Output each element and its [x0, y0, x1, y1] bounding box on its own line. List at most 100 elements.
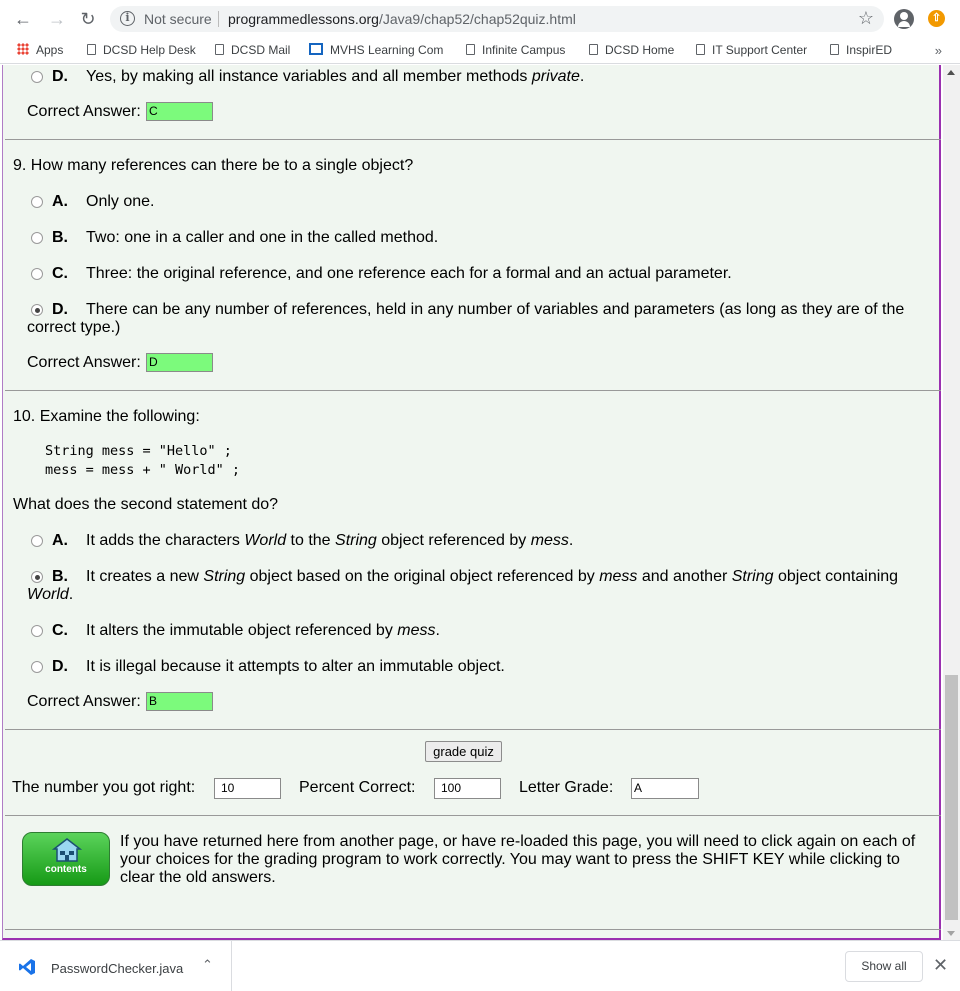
text-emphasis: private	[531, 68, 580, 85]
text-emphasis: mess	[599, 568, 638, 585]
q9-answer-field[interactable]: D	[146, 353, 213, 372]
scroll-down-icon[interactable]	[947, 931, 955, 936]
divider	[5, 390, 941, 391]
chevron-up-icon[interactable]: ⌃	[202, 957, 213, 973]
info-icon[interactable]: i	[120, 11, 135, 26]
q9-radio-a[interactable]	[31, 196, 43, 208]
bookmark-infinite-campus[interactable]: Infinite Campus	[466, 43, 565, 57]
q10-radio-a[interactable]	[31, 535, 43, 547]
back-arrow-icon[interactable]: ←	[12, 8, 34, 30]
contents-button[interactable]: contents	[22, 832, 110, 886]
forward-arrow-icon[interactable]: →	[46, 8, 68, 30]
text-part: object containing	[773, 568, 899, 585]
q9-radio-d[interactable]	[31, 304, 43, 316]
address-bar[interactable]: i Not secure programmedlessons.org/Java9…	[110, 6, 884, 32]
option-text-continued: World.	[27, 586, 73, 604]
text-part: It alters the immutable object reference…	[86, 622, 398, 639]
divider	[5, 929, 941, 930]
right-count-field[interactable]: 10	[214, 778, 281, 799]
q10-followup: What does the second statement do?	[13, 496, 279, 513]
q9-option-d[interactable]: D. There can be any number of references…	[27, 301, 931, 341]
bookmarks-bar: Apps DCSD Help Desk DCSD Mail MVHS Learn…	[0, 38, 960, 64]
text-part: to the	[286, 532, 336, 549]
text-part: .	[579, 68, 585, 85]
apps-grid-icon	[17, 43, 29, 55]
q8-answer-field[interactable]: C	[146, 102, 213, 121]
bookmark-star-icon[interactable]: ☆	[858, 8, 874, 29]
bookmark-apps[interactable]: Apps	[17, 43, 63, 57]
q9-question: 9. How many references can there be to a…	[13, 157, 414, 174]
bookmark-help-desk[interactable]: DCSD Help Desk	[87, 43, 196, 57]
bookmark-mvhs[interactable]: MVHS Learning Com	[309, 43, 443, 57]
grade-quiz-button[interactable]: grade quiz	[425, 741, 502, 762]
q9-radio-c[interactable]	[31, 268, 43, 280]
page-scrollbar[interactable]	[943, 65, 960, 940]
bookmark-label: InspirED	[846, 43, 893, 57]
close-icon[interactable]: ✕	[933, 955, 948, 976]
page-icon	[589, 44, 598, 55]
bookmark-home[interactable]: DCSD Home	[589, 43, 674, 57]
scrollbar-thumb[interactable]	[945, 675, 958, 920]
download-bar: PasswordChecker.java ⌃ Show all ✕	[0, 940, 960, 991]
text-emphasis: mess	[530, 532, 569, 549]
letter-grade-field[interactable]: A	[631, 778, 699, 799]
answer-label: Correct Answer:	[27, 693, 141, 710]
answer-label: Correct Answer:	[27, 103, 141, 120]
bookmark-it-support[interactable]: IT Support Center	[696, 43, 807, 57]
page-icon	[466, 44, 475, 55]
q10-radio-b[interactable]	[31, 571, 43, 583]
url-host: programmedlessons.org	[228, 11, 379, 27]
quiz-frame: D. Yes, by making all instance variables…	[2, 65, 941, 940]
bookmarks-more-icon[interactable]: »	[935, 43, 942, 58]
text-emphasis: mess	[397, 622, 436, 639]
omnibox-separator	[218, 11, 219, 27]
q9-radio-b[interactable]	[31, 232, 43, 244]
show-all-button[interactable]: Show all	[845, 951, 923, 982]
option-letter: B.	[52, 568, 68, 585]
q10-radio-d[interactable]	[31, 661, 43, 673]
option-text: Two: one in a caller and one in the call…	[86, 229, 439, 246]
scroll-up-icon[interactable]	[947, 70, 955, 75]
vscode-icon	[19, 959, 35, 975]
bookmark-label: Apps	[36, 43, 64, 57]
bookmark-inspired[interactable]: InspirED	[830, 43, 892, 57]
option-text: Three: the original reference, and one r…	[86, 265, 732, 282]
option-letter: A.	[52, 193, 68, 210]
reload-icon[interactable]: ↻	[77, 8, 99, 30]
download-item[interactable]: PasswordChecker.java ⌃	[0, 941, 232, 991]
text-part: and another	[637, 568, 732, 585]
profile-icon[interactable]	[894, 9, 914, 29]
text-part: It adds the characters	[86, 532, 245, 549]
page-icon	[215, 44, 224, 55]
q10-option-b[interactable]: B. It creates a new String object based …	[27, 568, 931, 608]
option-letter: D.	[52, 658, 68, 675]
text-part: It creates a new	[86, 568, 204, 585]
right-count-label: The number you got right:	[12, 779, 196, 796]
q10-question: 10. Examine the following:	[13, 408, 200, 425]
download-file-name: PasswordChecker.java	[51, 961, 184, 976]
house-icon	[52, 838, 82, 862]
q10-radio-c[interactable]	[31, 625, 43, 637]
bookmark-mail[interactable]: DCSD Mail	[215, 43, 290, 57]
page-icon	[830, 44, 839, 55]
text-part: .	[435, 622, 440, 639]
text-part: object based on the original object refe…	[245, 568, 600, 585]
q8-radio-d[interactable]	[31, 71, 43, 83]
answer-label: Correct Answer:	[27, 354, 141, 371]
option-text: It creates a new String object based on …	[86, 568, 898, 586]
percent-field[interactable]: 100	[434, 778, 501, 799]
text-emphasis: String	[335, 532, 377, 549]
q10-answer-field[interactable]: B	[146, 692, 213, 711]
text-part: .	[68, 586, 74, 603]
url-text[interactable]: programmedlessons.org/Java9/chap52/chap5…	[228, 11, 576, 27]
option-letter: C.	[52, 265, 68, 282]
update-icon[interactable]: ⇧	[928, 10, 945, 27]
option-letter: B.	[52, 229, 68, 246]
option-letter: D.	[52, 301, 68, 318]
bookmark-label: DCSD Home	[605, 43, 675, 57]
page-viewport: D. Yes, by making all instance variables…	[0, 65, 943, 940]
contents-label: contents	[45, 864, 87, 875]
text-emphasis: World	[27, 586, 69, 603]
bookmark-label: Infinite Campus	[482, 43, 566, 57]
text-emphasis: World	[244, 532, 287, 549]
